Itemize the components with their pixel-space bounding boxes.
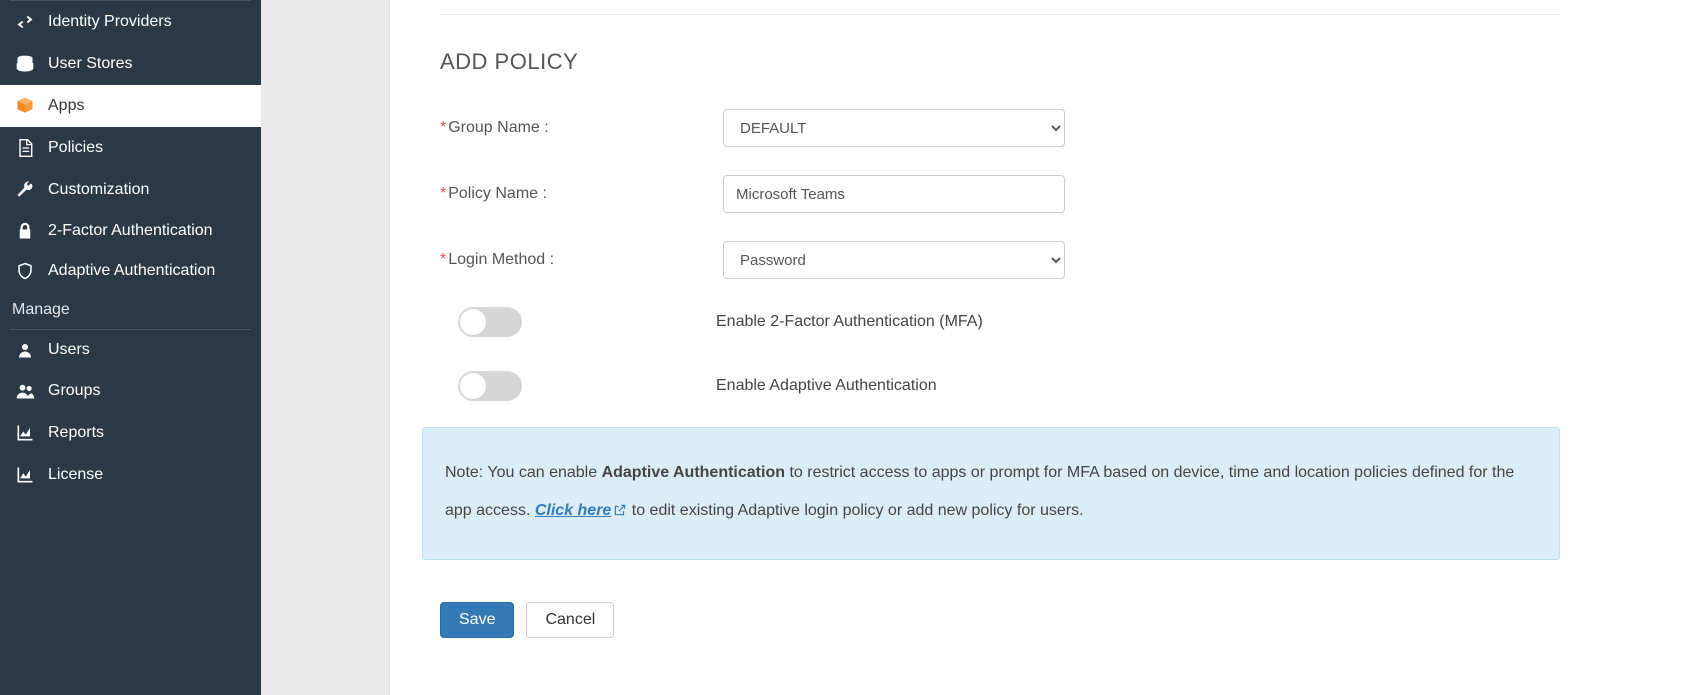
required-marker: * bbox=[440, 119, 446, 136]
sidebar-item-users[interactable]: Users bbox=[0, 330, 261, 370]
sidebar-item-groups[interactable]: Groups bbox=[0, 370, 261, 412]
sidebar-item-policies[interactable]: Policies bbox=[0, 127, 261, 169]
select-login-method[interactable]: Password bbox=[723, 241, 1065, 279]
document-icon bbox=[14, 138, 36, 158]
toggle-adaptive[interactable] bbox=[458, 371, 522, 401]
external-link-icon bbox=[613, 494, 627, 532]
toggle-knob bbox=[460, 309, 486, 335]
note-box: Note: You can enable Adaptive Authentica… bbox=[422, 427, 1560, 560]
sidebar-item-label: Customization bbox=[48, 181, 149, 199]
shield-icon bbox=[14, 262, 36, 280]
row-policy-name: *Policy Name : bbox=[440, 175, 1560, 213]
input-policy-name[interactable] bbox=[723, 175, 1065, 213]
label-login-method: *Login Method : bbox=[440, 251, 723, 269]
note-suffix: to edit existing Adaptive login policy o… bbox=[627, 502, 1083, 519]
sidebar-item-apps[interactable]: Apps bbox=[0, 85, 261, 127]
label-adaptive: Enable Adaptive Authentication bbox=[716, 377, 937, 395]
note-strong: Adaptive Authentication bbox=[602, 464, 785, 481]
sidebar-item-reports[interactable]: Reports bbox=[0, 412, 261, 454]
sidebar-item-label: Identity Providers bbox=[48, 13, 172, 31]
sidebar-item-label: Groups bbox=[48, 382, 100, 400]
sidebar-item-license[interactable]: License bbox=[0, 454, 261, 496]
sidebar-item-label: 2-Factor Authentication bbox=[48, 222, 213, 240]
toggle-knob bbox=[460, 373, 486, 399]
sidebar-item-label: Reports bbox=[48, 424, 104, 442]
sidebar-item-label: Users bbox=[48, 341, 90, 359]
note-prefix: Note: You can enable bbox=[445, 464, 602, 481]
lock-icon bbox=[14, 222, 36, 240]
chart-area-icon bbox=[14, 423, 36, 443]
users-icon bbox=[14, 381, 36, 401]
sidebar-item-2fa[interactable]: 2-Factor Authentication bbox=[0, 211, 261, 251]
select-group-name[interactable]: DEFAULT bbox=[723, 109, 1065, 147]
content-panel: ADD POLICY *Group Name : DEFAULT *Policy… bbox=[389, 0, 1707, 695]
main-area: ADD POLICY *Group Name : DEFAULT *Policy… bbox=[261, 0, 1707, 695]
required-marker: * bbox=[440, 251, 446, 268]
sidebar: Identity Providers User Stores Apps Poli… bbox=[0, 0, 261, 695]
database-icon bbox=[14, 54, 36, 74]
sidebar-item-customization[interactable]: Customization bbox=[0, 169, 261, 211]
note-link-click-here[interactable]: Click here bbox=[535, 502, 611, 519]
top-rule bbox=[440, 14, 1560, 15]
chart-area-icon bbox=[14, 465, 36, 485]
left-gutter bbox=[261, 0, 389, 695]
cube-icon bbox=[14, 96, 36, 116]
sidebar-item-identity-providers[interactable]: Identity Providers bbox=[0, 1, 261, 43]
sidebar-item-label: Adaptive Authentication bbox=[48, 262, 215, 280]
wrench-icon bbox=[14, 180, 36, 200]
sidebar-item-label: User Stores bbox=[48, 55, 132, 73]
row-group-name: *Group Name : DEFAULT bbox=[440, 109, 1560, 147]
button-row: Save Cancel bbox=[440, 602, 1560, 638]
sidebar-item-label: Apps bbox=[48, 97, 84, 115]
row-mfa-toggle: Enable 2-Factor Authentication (MFA) bbox=[440, 307, 1560, 337]
sidebar-item-adaptive-auth[interactable]: Adaptive Authentication bbox=[0, 251, 261, 291]
sidebar-section-manage: Manage bbox=[0, 291, 261, 329]
page-title: ADD POLICY bbox=[440, 49, 1560, 75]
row-login-method: *Login Method : Password bbox=[440, 241, 1560, 279]
arrows-exchange-icon bbox=[14, 12, 36, 32]
required-marker: * bbox=[440, 185, 446, 202]
cancel-button[interactable]: Cancel bbox=[526, 602, 614, 638]
save-button[interactable]: Save bbox=[440, 602, 514, 638]
sidebar-item-label: License bbox=[48, 466, 103, 484]
row-adaptive-toggle: Enable Adaptive Authentication bbox=[440, 371, 1560, 401]
label-group-name: *Group Name : bbox=[440, 119, 723, 137]
sidebar-item-user-stores[interactable]: User Stores bbox=[0, 43, 261, 85]
user-icon bbox=[14, 341, 36, 359]
toggle-mfa[interactable] bbox=[458, 307, 522, 337]
label-mfa: Enable 2-Factor Authentication (MFA) bbox=[716, 313, 983, 331]
sidebar-item-label: Policies bbox=[48, 139, 103, 157]
label-policy-name: *Policy Name : bbox=[440, 185, 723, 203]
